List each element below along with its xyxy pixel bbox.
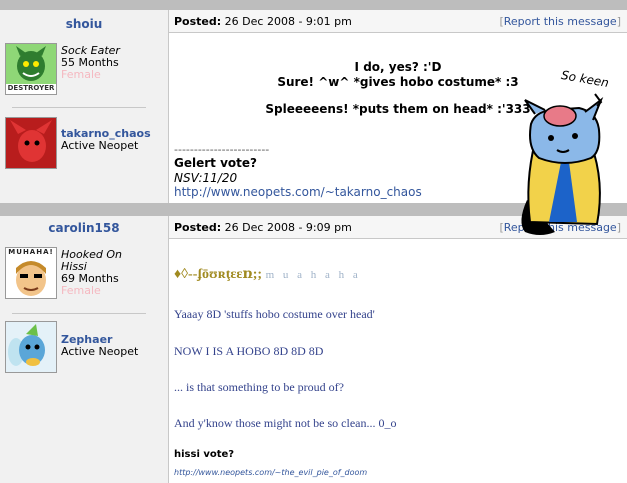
post-header: Posted: 26 Dec 2008 - 9:01 pm [Report th… [169, 10, 627, 33]
user-gender: Female [61, 284, 101, 297]
top-divider-bar [0, 0, 627, 10]
user-sidebar: shoiu DESTROYER Sock Eater 55 Months Fem… [0, 10, 169, 203]
user-gender: Female [61, 68, 101, 81]
username-link[interactable]: carolin158 [0, 221, 168, 235]
avatar-badge: MUHAHA! [8, 248, 54, 256]
sidebar-divider [12, 107, 146, 108]
pet-avatar[interactable] [5, 117, 57, 169]
signature-title: hissi vote? [174, 449, 235, 460]
pet-status: Active Neopet [61, 139, 139, 152]
posted-info: Posted: 26 Dec 2008 - 9:09 pm [174, 221, 352, 234]
posted-date: 26 Dec 2008 - 9:09 pm [224, 221, 352, 234]
zephaer-pet-icon [6, 322, 56, 372]
signature-header: ♦◊--ʄōʊʀţɛɛռ;; m u a h a h a [174, 266, 361, 283]
signature-link[interactable]: http://www.neopets.com/~the_evil_pie_of_… [174, 468, 367, 477]
pet-avatar[interactable] [5, 321, 57, 373]
posted-label: Posted: [174, 15, 222, 28]
post-line: NOW I IS A HOBO 8D 8D 8D [174, 344, 324, 358]
report-message-link[interactable]: [Report this message] [499, 15, 621, 28]
report-label[interactable]: Report this message [504, 15, 617, 28]
pet-info: Zephaer Active Neopet [61, 334, 138, 358]
doodle-icon [521, 93, 604, 235]
signature-divider: ------------------------ [174, 143, 270, 156]
post-body: Posted: 26 Dec 2008 - 9:09 pm [Report th… [169, 216, 627, 483]
forum-post-2: carolin158 MUHAHA! Hooked On Hissi 69 Mo… [0, 216, 627, 483]
post-line: And y'know those might not be so clean..… [174, 416, 397, 430]
muhaha-text: m u a h a h a [265, 269, 361, 281]
pet-status: Active Neopet [61, 345, 139, 358]
username-link[interactable]: shoiu [0, 17, 168, 31]
hand-drawn-pet-doodle: So keen [505, 68, 625, 242]
sidebar-divider [12, 313, 146, 314]
signature-italic: NSV:11/20 [174, 171, 238, 185]
fourteen-text: ♦◊--ʄōʊʀţɛɛռ;; [174, 267, 263, 282]
avatar-badge: DESTROYER [7, 84, 55, 92]
user-avatar[interactable]: DESTROYER [5, 43, 57, 95]
posted-date: 26 Dec 2008 - 9:01 pm [224, 15, 352, 28]
red-pet-icon [6, 118, 56, 168]
user-sidebar: carolin158 MUHAHA! Hooked On Hissi 69 Mo… [0, 216, 169, 483]
user-avatar[interactable]: MUHAHA! [5, 247, 57, 299]
signature-link[interactable]: http://www.neopets.com/~takarno_chaos [174, 185, 422, 199]
user-info: Sock Eater 55 Months Female [61, 45, 120, 81]
post-line: Yaaay 8D 'stuffs hobo costume over head' [174, 307, 375, 321]
posted-info: Posted: 26 Dec 2008 - 9:01 pm [174, 15, 352, 28]
signature-title: Gelert vote? [174, 156, 257, 170]
posted-label: Posted: [174, 221, 222, 234]
user-info: Hooked On Hissi 69 Months Female [61, 249, 122, 297]
pet-info: takarno_chaos Active Neopet [61, 128, 151, 152]
post-line: ... is that something to be proud of? [174, 380, 344, 394]
